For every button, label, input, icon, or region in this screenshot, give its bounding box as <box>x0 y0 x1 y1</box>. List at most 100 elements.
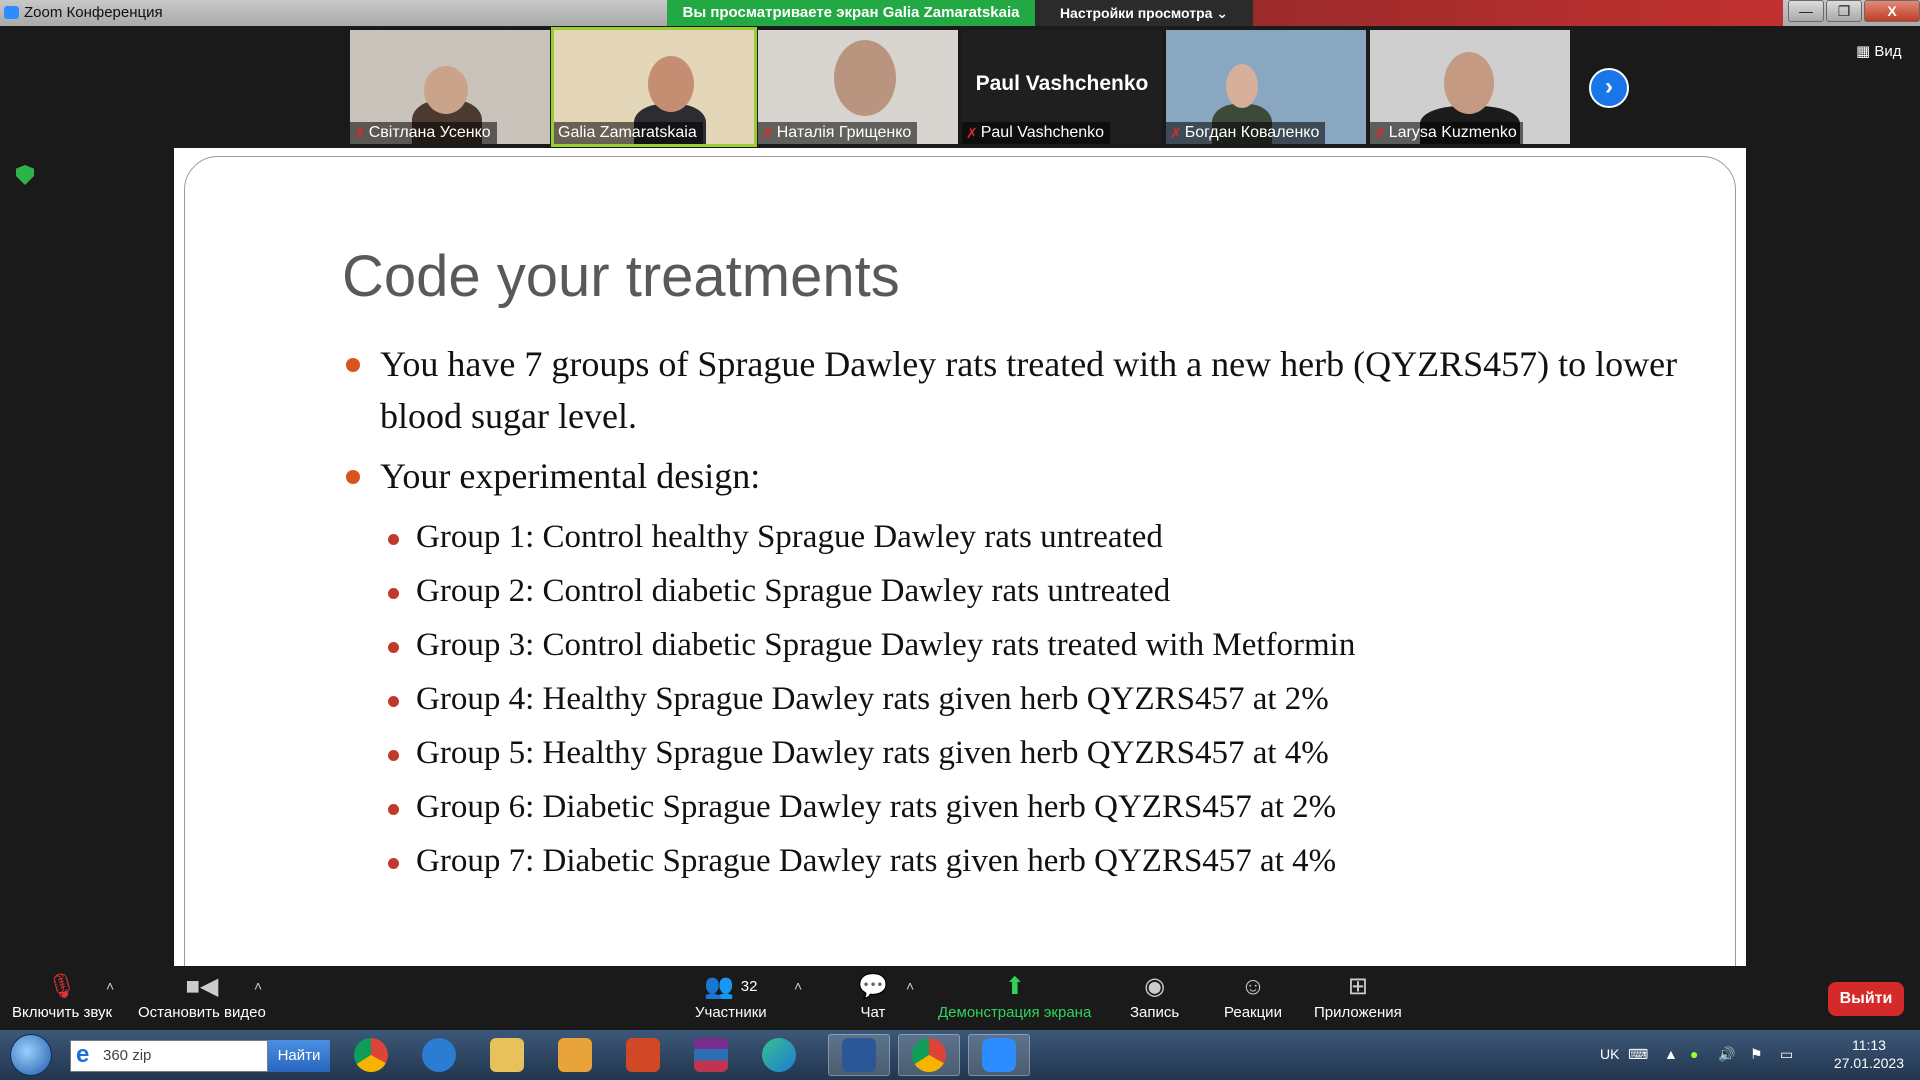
grid-icon: ▦ <box>1856 43 1871 60</box>
close-button[interactable]: X <box>1864 0 1920 22</box>
participant-name-bar: ✗ Світлана Усенко <box>350 122 497 144</box>
mic-muted-icon: 🎙 <box>46 973 78 1000</box>
volume-icon[interactable]: 🔊 <box>1718 1046 1735 1063</box>
participant-strip: ✗ Світлана Усенко Galia Zamaratskaia ✗ Нат… <box>350 27 1570 147</box>
internet-explorer-icon <box>422 1038 456 1072</box>
slide-sub-bullet: Group 6: Diabetic Sprague Dawley rats gi… <box>342 780 1722 834</box>
chat-bubble-icon: 💬 <box>858 973 888 1000</box>
network-status-icon[interactable]: ● <box>1690 1046 1698 1062</box>
share-screen-icon: ⬆ <box>1004 973 1025 1000</box>
slide-sub-bullet: Group 3: Control diabetic Sprague Dawley… <box>342 618 1722 672</box>
tray-expand-icon[interactable]: ▲ <box>1664 1046 1678 1062</box>
reactions-button[interactable]: ☺ Реакции <box>1224 973 1282 1022</box>
view-options-button[interactable]: Настройки просмотра ⌄ <box>1035 0 1253 26</box>
taskbar-word[interactable] <box>828 1034 890 1076</box>
slide-sub-bullet: Group 5: Healthy Sprague Dawley rats giv… <box>342 726 1722 780</box>
record-button[interactable]: ◉ Запись <box>1130 973 1179 1022</box>
window-controls: — ❐ X <box>1786 0 1920 24</box>
chrome-icon <box>354 1038 388 1072</box>
participant-name-bar: ✗ Наталія Грищенко <box>758 122 918 144</box>
audio-options-caret-icon[interactable]: ˄ <box>106 978 114 994</box>
taskbar-chrome-active[interactable] <box>898 1034 960 1076</box>
participant-tile[interactable]: ✗ Larysa Kuzmenko <box>1370 30 1570 144</box>
taskbar-powerpoint[interactable] <box>612 1034 674 1076</box>
search-input[interactable]: 360 zip <box>70 1040 268 1072</box>
video-camera-icon: ■◀ <box>185 973 219 1000</box>
display-icon[interactable]: ▭ <box>1780 1046 1793 1063</box>
participant-tile[interactable]: ✗ Богдан Коваленко <box>1166 30 1366 144</box>
apps-icon: ⊞ <box>1347 973 1368 1000</box>
participant-avatar <box>424 66 468 114</box>
participant-tile[interactable]: Paul Vashchenko ✗ Paul Vashchenko <box>962 30 1162 144</box>
participants-button[interactable]: 👥 32 Участники <box>695 974 767 1022</box>
zoom-logo-icon <box>4 6 19 19</box>
share-screen-button[interactable]: ⬆ Демонстрация экрана <box>938 973 1091 1022</box>
participant-avatar <box>648 56 694 112</box>
participant-name-bar: ✗ Paul Vashchenko <box>962 122 1111 144</box>
participant-avatar <box>1226 64 1258 108</box>
mic-muted-icon: ✗ <box>1374 125 1386 141</box>
taskbar-zoom[interactable] <box>968 1034 1030 1076</box>
titlebar-accent <box>1253 0 1783 26</box>
mic-muted-icon: ✗ <box>966 125 978 141</box>
keyboard-icon[interactable]: ⌨ <box>1628 1046 1648 1063</box>
mic-muted-icon: ✗ <box>1170 125 1182 141</box>
chrome-icon <box>912 1038 946 1072</box>
mic-muted-icon: ✗ <box>762 125 774 141</box>
slide-sub-bullet: Group 2: Control diabetic Sprague Dawley… <box>342 564 1722 618</box>
system-clock[interactable]: 11:13 27.01.2023 <box>1834 1036 1904 1072</box>
action-center-flag-icon[interactable]: ⚑ <box>1750 1046 1763 1063</box>
taskbar-media-player[interactable] <box>544 1034 606 1076</box>
participant-name-bar: Galia Zamaratskaia <box>554 122 703 144</box>
folder-icon <box>490 1038 524 1072</box>
language-indicator[interactable]: UK <box>1600 1046 1619 1062</box>
participant-name-bar: ✗ Larysa Kuzmenko <box>1370 122 1523 144</box>
word-icon <box>842 1038 876 1072</box>
taskbar-ie[interactable] <box>408 1034 470 1076</box>
meeting-toolbar: 🎙 Включить звук ˄ ■◀ Остановить видео ˄ … <box>0 966 1920 1030</box>
zoom-icon <box>982 1038 1016 1072</box>
apps-button[interactable]: ⊞ Приложения <box>1314 973 1402 1022</box>
windows-start-icon[interactable] <box>10 1034 52 1076</box>
shared-screen: Code your treatments You have 7 groups o… <box>174 148 1746 986</box>
maximize-button[interactable]: ❐ <box>1826 0 1862 22</box>
archive-icon <box>694 1038 728 1072</box>
stop-video-button[interactable]: ■◀ Остановить видео <box>138 973 266 1022</box>
security-shield-icon[interactable] <box>16 165 34 185</box>
next-page-arrow-icon[interactable]: › <box>1589 68 1629 108</box>
slide-bullet: Your experimental design: <box>342 450 1722 502</box>
mic-muted-icon: ✗ <box>354 125 366 141</box>
chat-options-caret-icon[interactable]: ˄ <box>906 978 914 994</box>
participant-avatar <box>1444 52 1494 114</box>
minimize-button[interactable]: — <box>1788 0 1824 22</box>
edge-icon <box>762 1038 796 1072</box>
share-banner: Вы просматриваете экран Galia Zamaratska… <box>667 0 1035 26</box>
slide-bullets: You have 7 groups of Sprague Dawley rats… <box>342 338 1722 888</box>
leave-meeting-button[interactable]: Выйти <box>1828 982 1904 1016</box>
participant-placeholder-name: Paul Vashchenko <box>975 72 1149 95</box>
taskbar-explorer[interactable] <box>476 1034 538 1076</box>
slide-sub-bullet: Group 7: Diabetic Sprague Dawley rats gi… <box>342 834 1722 888</box>
media-player-icon <box>558 1038 592 1072</box>
window-title: Zoom Конференция <box>24 4 163 21</box>
smiley-icon: ☺ <box>1240 973 1266 1000</box>
record-icon: ◉ <box>1144 973 1166 1000</box>
slide-sub-bullet: Group 4: Healthy Sprague Dawley rats giv… <box>342 672 1722 726</box>
participant-tile[interactable]: ✗ Світлана Усенко <box>350 30 550 144</box>
chat-button[interactable]: 💬 Чат <box>858 973 888 1022</box>
participant-tile[interactable]: ✗ Наталія Грищенко <box>758 30 958 144</box>
unmute-button[interactable]: 🎙 Включить звук <box>12 973 112 1022</box>
slide-title: Code your treatments <box>342 244 900 309</box>
view-button[interactable]: ▦ Вид <box>1856 42 1902 60</box>
participant-tile[interactable]: Galia Zamaratskaia <box>551 27 757 147</box>
taskbar-winrar[interactable] <box>680 1034 742 1076</box>
video-options-caret-icon[interactable]: ˄ <box>254 978 262 994</box>
windows-taskbar: 360 zip e Найти UK ⌨ ▲ ● 🔊 ⚑ ▭ 11:13 27.… <box>0 1030 1920 1080</box>
slide-sub-bullet: Group 1: Control healthy Sprague Dawley … <box>342 510 1722 564</box>
slide-bullet: You have 7 groups of Sprague Dawley rats… <box>342 338 1722 442</box>
taskbar-edge[interactable] <box>748 1034 810 1076</box>
participants-options-caret-icon[interactable]: ˄ <box>794 978 802 994</box>
find-button[interactable]: Найти <box>268 1040 330 1072</box>
participant-avatar <box>834 40 896 116</box>
taskbar-chrome[interactable] <box>340 1034 402 1076</box>
